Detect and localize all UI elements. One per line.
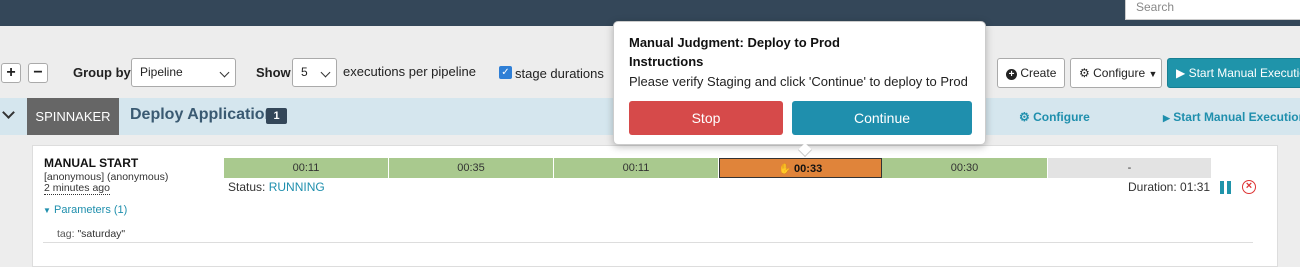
start-manual-execution-button[interactable]: ▶ Start Manual Execution xyxy=(1167,58,1300,88)
start-manual-execution-link[interactable]: ▶ Start Manual Execution xyxy=(1163,110,1300,124)
chevron-down-icon: ▼ xyxy=(43,206,51,215)
status-value: RUNNING xyxy=(268,180,325,194)
stage-segment[interactable]: 00:35 xyxy=(389,158,554,178)
application-tag: SPINNAKER xyxy=(27,98,119,135)
stage-duration-label: - xyxy=(1127,162,1132,174)
show-label: Show xyxy=(256,65,291,80)
parameters-list: tag: "saturday" xyxy=(43,223,1253,243)
configure-link-label: Configure xyxy=(1033,110,1090,124)
gear-icon: ⚙ xyxy=(1079,66,1090,80)
create-label: Create xyxy=(1020,66,1057,80)
stage-duration-label: 00:33 xyxy=(794,163,823,175)
popover-instructions: Please verify Staging and click 'Continu… xyxy=(629,74,968,89)
play-icon: ▶ xyxy=(1176,66,1186,80)
execution-duration: Duration: 01:31 xyxy=(1128,180,1211,194)
stop-button[interactable]: Stop xyxy=(629,101,783,135)
parameters-toggle-label: Parameters (1) xyxy=(53,204,128,216)
stage-duration-label: 00:35 xyxy=(457,162,485,174)
stage-durations-label: stage durations xyxy=(515,66,604,81)
stage-duration-label: 00:11 xyxy=(292,162,320,174)
caret-down-icon: ▼ xyxy=(1148,69,1158,79)
configure-label: Configure xyxy=(1093,66,1146,80)
search-input[interactable]: Search xyxy=(1125,0,1300,20)
execution-status: Status: RUNNING xyxy=(228,180,325,194)
chevron-down-icon xyxy=(320,67,331,78)
expand-all-button[interactable]: + xyxy=(1,63,21,83)
collapse-all-button[interactable]: − xyxy=(28,63,48,83)
manual-judgment-popover: Manual Judgment: Deploy to Prod Instruct… xyxy=(613,21,986,158)
stage-segment[interactable]: ✋ 00:33 xyxy=(719,158,882,178)
play-icon: ▶ xyxy=(1163,113,1170,123)
popover-subtitle: Instructions xyxy=(629,54,704,69)
show-count-value: 5 xyxy=(301,65,308,79)
stage-segment[interactable]: - xyxy=(1048,158,1212,178)
execution-count-badge: 1 xyxy=(266,108,287,124)
stage-duration-label: 00:30 xyxy=(950,162,979,174)
plus-circle-icon: + xyxy=(1006,69,1017,80)
popover-title: Manual Judgment: Deploy to Prod xyxy=(629,35,840,50)
start-link-label: Start Manual Execution xyxy=(1173,110,1300,124)
chevron-down-icon[interactable] xyxy=(2,106,15,119)
parameters-toggle[interactable]: ▼ Parameters (1) xyxy=(43,204,127,216)
continue-button[interactable]: Continue xyxy=(792,101,972,135)
stage-segment[interactable]: 00:30 xyxy=(882,158,1048,178)
param-value: "saturday" xyxy=(77,228,126,240)
execution-card: MANUAL START [anonymous] (anonymous) 2 m… xyxy=(32,145,1278,267)
stage-duration-label: 00:11 xyxy=(622,162,650,174)
configure-button[interactable]: ⚙ Configure ▼ xyxy=(1070,58,1162,88)
group-by-value: Pipeline xyxy=(140,65,183,79)
execution-trigger-title: MANUAL START xyxy=(44,156,139,170)
configure-link[interactable]: ⚙ Configure xyxy=(1019,110,1090,124)
pipeline-title[interactable]: Deploy Application xyxy=(130,106,274,124)
gear-icon: ⚙ xyxy=(1019,110,1030,124)
status-label: Status: xyxy=(228,180,266,194)
cancel-icon[interactable]: × xyxy=(1242,180,1256,194)
show-count-select[interactable]: 5 xyxy=(292,58,337,87)
group-by-select[interactable]: Pipeline xyxy=(131,58,236,87)
group-by-label: Group by xyxy=(73,65,131,80)
stage-durations-checkbox[interactable]: ✓ xyxy=(499,66,512,79)
executions-label: executions per pipeline xyxy=(343,64,476,79)
manual-judgment-icon: ✋ xyxy=(778,164,795,175)
chevron-down-icon xyxy=(219,67,230,78)
stage-segment[interactable]: 00:11 xyxy=(554,158,719,178)
start-manual-label: Start Manual Execution xyxy=(1188,66,1300,80)
execution-time: 2 minutes ago xyxy=(44,182,110,195)
param-key: tag: xyxy=(57,228,75,240)
pause-icon[interactable] xyxy=(1220,181,1232,194)
stage-segment[interactable]: 00:11 xyxy=(224,158,389,178)
create-button[interactable]: + Create xyxy=(997,58,1065,88)
